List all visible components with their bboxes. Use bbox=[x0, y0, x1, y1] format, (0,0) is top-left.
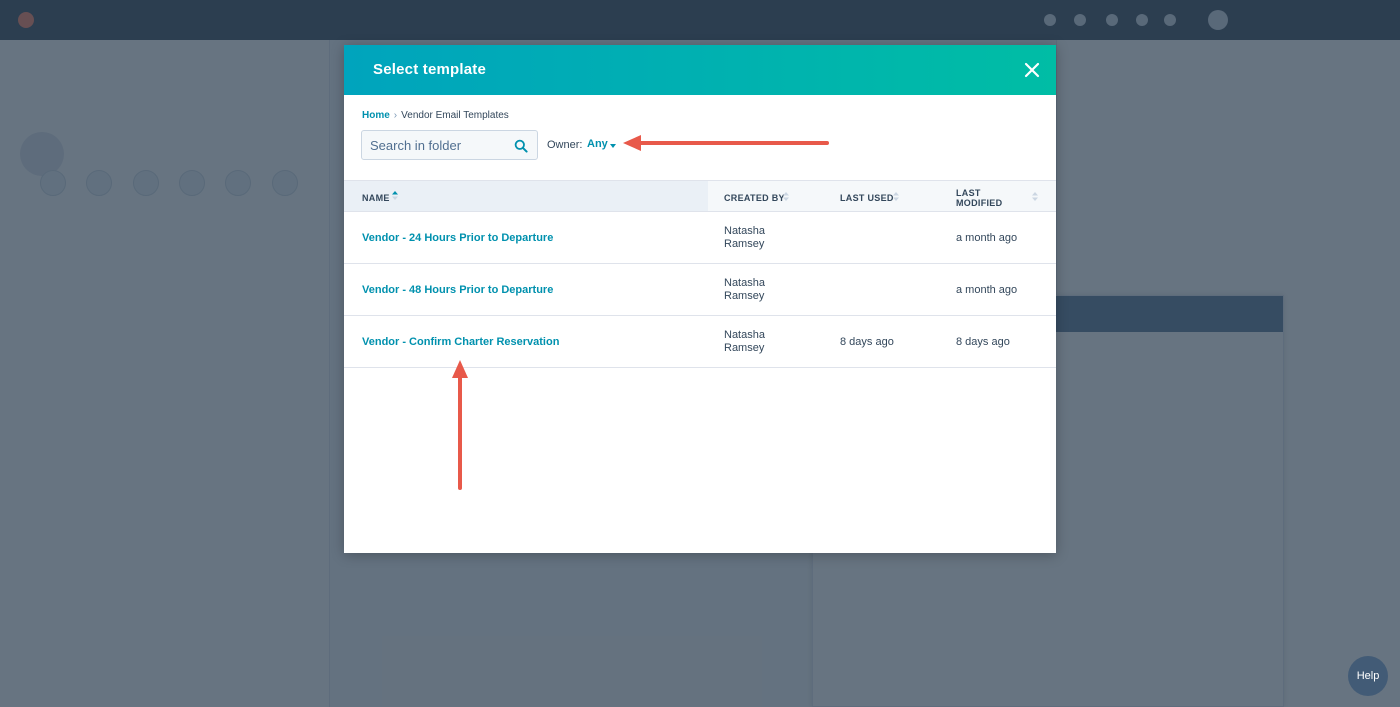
column-header-last-used[interactable]: LAST USED bbox=[840, 193, 894, 203]
created-by-last: Ramsey bbox=[724, 342, 765, 354]
select-template-modal: Select template Home › Vendor Email Templa… bbox=[344, 45, 1056, 553]
template-name-link[interactable]: Vendor - Confirm Charter Reservation bbox=[362, 336, 559, 349]
created-by-first: Natasha bbox=[724, 277, 765, 289]
modal-header: Select template bbox=[344, 45, 1056, 95]
column-header-name[interactable]: NAME bbox=[362, 193, 390, 203]
created-by-first: Natasha bbox=[724, 329, 765, 341]
owner-filter-label: Owner: bbox=[547, 139, 583, 151]
breadcrumb: Home › Vendor Email Templates bbox=[362, 110, 509, 121]
table-row[interactable]: Vendor - 24 Hours Prior to Departure Nat… bbox=[344, 212, 1056, 264]
modal-title: Select template bbox=[373, 61, 487, 78]
table-row[interactable]: Vendor - 48 Hours Prior to Departure Nat… bbox=[344, 264, 1056, 316]
search-input[interactable] bbox=[362, 131, 512, 159]
last-used-cell: 8 days ago bbox=[840, 336, 894, 348]
breadcrumb-current: Vendor Email Templates bbox=[401, 110, 509, 121]
breadcrumb-separator: › bbox=[393, 110, 398, 121]
template-name-link[interactable]: Vendor - 24 Hours Prior to Departure bbox=[362, 232, 553, 245]
created-by-last: Ramsey bbox=[724, 290, 765, 302]
sort-icon[interactable] bbox=[1032, 192, 1038, 201]
search-box bbox=[361, 130, 538, 160]
created-by-first: Natasha bbox=[724, 225, 765, 237]
caret-down-icon[interactable] bbox=[610, 144, 616, 148]
search-icon[interactable] bbox=[514, 139, 528, 153]
close-button[interactable] bbox=[1020, 58, 1044, 82]
table-row[interactable]: Vendor - Confirm Charter Reservation Nat… bbox=[344, 316, 1056, 368]
annotation-arrow-left bbox=[623, 135, 829, 151]
column-header-last-modified-line2: MODIFIED bbox=[956, 198, 1003, 208]
last-modified-cell: a month ago bbox=[956, 232, 1018, 244]
created-by-cell: Natasha Ramsey bbox=[724, 329, 794, 355]
owner-filter-dropdown[interactable]: Any bbox=[587, 138, 608, 150]
column-header-last-modified-line1: LAST bbox=[956, 188, 981, 198]
created-by-cell: Natasha Ramsey bbox=[724, 225, 794, 251]
sort-icon[interactable] bbox=[783, 192, 789, 201]
breadcrumb-home-link[interactable]: Home bbox=[362, 110, 390, 121]
created-by-last: Ramsey bbox=[724, 238, 765, 250]
last-modified-cell: a month ago bbox=[956, 284, 1018, 296]
table-header: NAME CREATED BY LAST USED LAST MODIFIED bbox=[344, 180, 1056, 212]
column-header-created-by[interactable]: CREATED BY bbox=[724, 193, 785, 203]
last-modified-cell: 8 days ago bbox=[956, 336, 1010, 348]
sort-icon[interactable] bbox=[893, 192, 899, 201]
sort-ascending-icon[interactable] bbox=[392, 191, 398, 200]
column-header-last-modified[interactable]: LAST MODIFIED bbox=[956, 188, 1002, 208]
template-name-link[interactable]: Vendor - 48 Hours Prior to Departure bbox=[362, 284, 553, 297]
close-icon bbox=[1024, 62, 1040, 78]
help-button: Help bbox=[1348, 656, 1388, 696]
annotation-arrow-up bbox=[452, 360, 468, 490]
created-by-cell: Natasha Ramsey bbox=[724, 277, 794, 303]
name-column-highlight bbox=[344, 181, 708, 211]
